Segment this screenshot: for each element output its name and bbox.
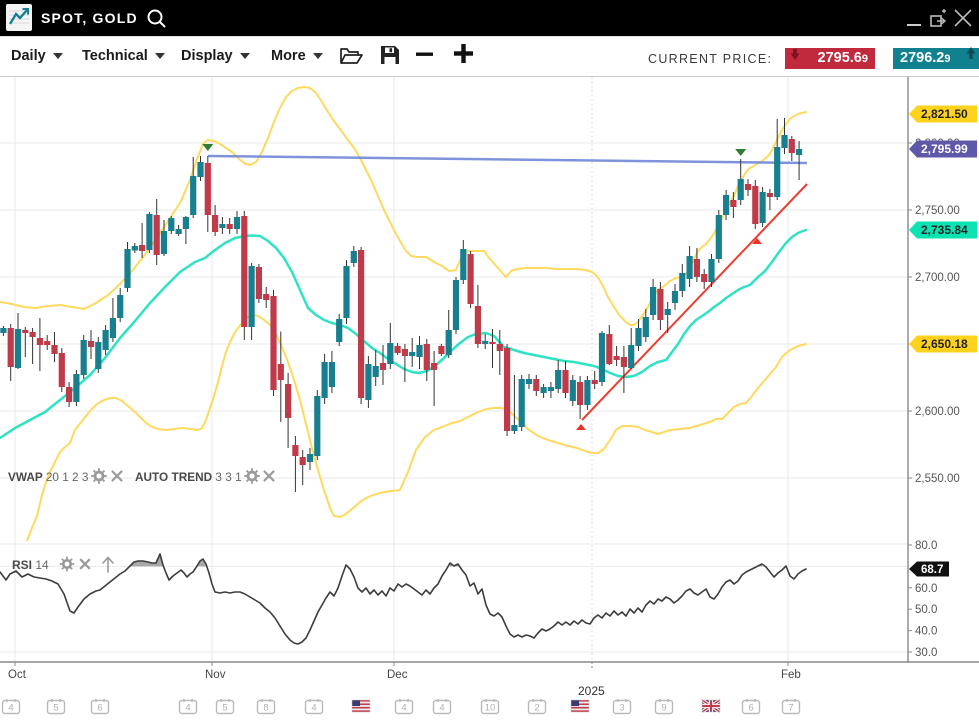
svg-text:4: 4: [311, 703, 316, 714]
svg-text:2,550.00: 2,550.00: [915, 473, 960, 485]
svg-text:2,735.84: 2,735.84: [921, 223, 968, 237]
svg-text:7: 7: [788, 703, 793, 714]
svg-text:6: 6: [748, 703, 753, 714]
svg-text:Feb: Feb: [781, 669, 801, 681]
svg-text:2,700.00: 2,700.00: [915, 272, 960, 284]
svg-text:5: 5: [222, 703, 227, 714]
svg-text:2: 2: [534, 703, 539, 714]
svg-text:4: 4: [439, 703, 444, 714]
svg-text:Nov: Nov: [205, 669, 226, 681]
svg-text:AUTO TREND 3 3 1: AUTO TREND 3 3 1: [135, 470, 242, 484]
svg-text:4: 4: [401, 703, 406, 714]
svg-text:9: 9: [661, 703, 666, 714]
svg-text:60.0: 60.0: [915, 583, 937, 595]
svg-text:2025: 2025: [578, 684, 605, 698]
svg-text:10: 10: [485, 703, 496, 714]
svg-text:30.0: 30.0: [915, 647, 937, 659]
svg-text:2,795.99: 2,795.99: [921, 142, 968, 156]
svg-text:2,600.00: 2,600.00: [915, 406, 960, 418]
svg-text:RSI 14: RSI 14: [12, 558, 49, 572]
svg-text:Oct: Oct: [8, 669, 27, 681]
svg-text:50.0: 50.0: [915, 604, 937, 616]
svg-text:2,750.00: 2,750.00: [915, 205, 960, 217]
svg-text:80.0: 80.0: [915, 540, 937, 552]
svg-text:4: 4: [8, 703, 13, 714]
svg-text:5: 5: [53, 703, 58, 714]
svg-text:68.7: 68.7: [921, 564, 943, 576]
svg-text:6: 6: [97, 703, 102, 714]
svg-text:Dec: Dec: [387, 669, 408, 681]
svg-text:2,650.18: 2,650.18: [921, 337, 968, 351]
svg-text:4: 4: [185, 703, 190, 714]
svg-text:3: 3: [619, 703, 624, 714]
svg-text:2,821.50: 2,821.50: [921, 107, 968, 121]
svg-text:VWAP 20 1 2 3: VWAP 20 1 2 3: [8, 470, 89, 484]
svg-text:8: 8: [263, 703, 268, 714]
svg-text:40.0: 40.0: [915, 626, 937, 638]
